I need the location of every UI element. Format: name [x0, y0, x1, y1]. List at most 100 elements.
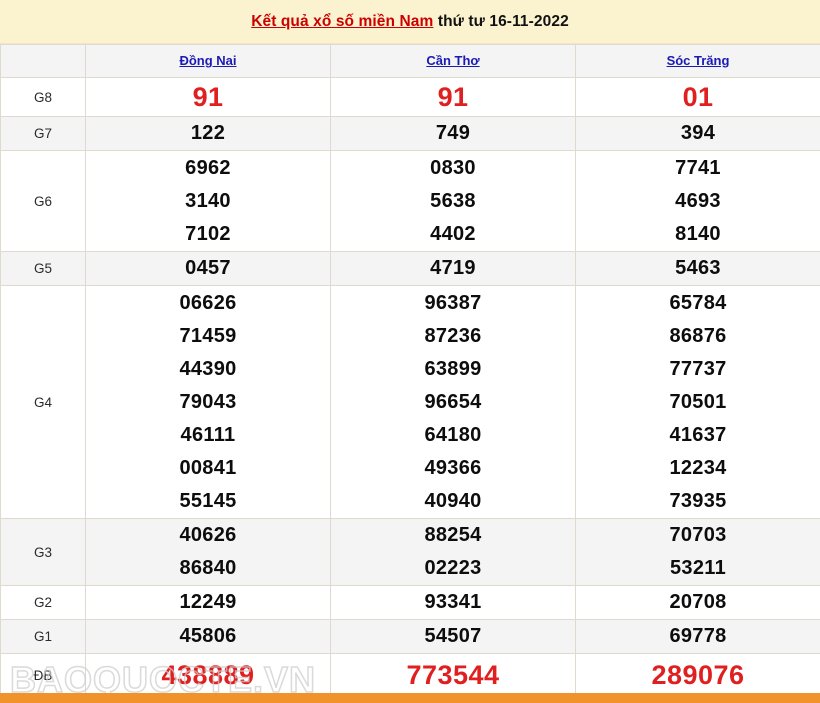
lottery-number: 0457 — [185, 257, 231, 279]
lottery-number: 44390 — [179, 357, 237, 380]
column-header-province-3: Sóc Trăng — [575, 44, 820, 78]
lottery-number: 4719 — [430, 257, 476, 279]
table-corner-cell — [0, 44, 86, 78]
province-link-dong-nai[interactable]: Đồng Nai — [179, 53, 236, 68]
page-title-date: thứ tư 16-11-2022 — [433, 12, 569, 30]
page-title: Kết quả xổ số miền Nam thứ tư 16-11-2022 — [251, 13, 569, 31]
lottery-number: 41637 — [669, 423, 727, 446]
prize-cell: 96387 87236 63899 96654 64180 49366 40940 — [330, 285, 576, 519]
table-row: G5 0457 4719 5463 — [0, 251, 820, 286]
lottery-number: 53211 — [669, 557, 726, 579]
prize-cell: 438889 — [85, 653, 331, 697]
prize-cell: 12249 — [85, 585, 331, 620]
table-row: G1 45806 54507 69778 — [0, 619, 820, 654]
prize-cell: 0457 — [85, 251, 331, 286]
number-group: 773544 — [331, 655, 575, 695]
prize-cell: 4719 — [330, 251, 576, 286]
prize-label-g8: G8 — [0, 77, 86, 117]
number-group: 70703 53211 — [576, 519, 820, 585]
lottery-results-table: Đồng Nai Cần Thơ Sóc Trăng G8 91 91 01 G7 122… — [0, 44, 820, 697]
number-group: 01 — [576, 78, 820, 116]
lottery-number: 4402 — [430, 222, 476, 245]
table-head: Đồng Nai Cần Thơ Sóc Trăng — [0, 44, 820, 78]
number-group: 7741 4693 8140 — [576, 152, 820, 251]
lottery-number: 88254 — [424, 524, 482, 546]
lottery-number: 3140 — [185, 189, 231, 212]
lottery-number: 7102 — [185, 222, 231, 245]
number-group: 394 — [576, 117, 820, 150]
number-group: 12249 — [86, 586, 330, 619]
lottery-number: 40626 — [179, 524, 237, 546]
table-header-row: Đồng Nai Cần Thơ Sóc Trăng — [0, 44, 820, 78]
number-group: 20708 — [576, 586, 820, 619]
prize-cell: 6962 3140 7102 — [85, 150, 331, 252]
lottery-number: 06626 — [179, 291, 237, 314]
lottery-number: 87236 — [424, 324, 482, 347]
lottery-number: 40940 — [424, 489, 482, 512]
number-group: 91 — [86, 78, 330, 116]
lottery-number: 91 — [437, 82, 469, 112]
page-title-highlight: Kết quả xổ số miền Nam — [251, 12, 434, 30]
province-link-can-tho[interactable]: Cần Thơ — [426, 53, 479, 68]
lottery-number: 4693 — [675, 189, 721, 212]
lottery-number: 20708 — [669, 591, 727, 613]
lottery-number: 12234 — [669, 456, 727, 479]
page-header-banner: Kết quả xổ số miền Nam thứ tư 16-11-2022 — [0, 0, 820, 44]
lottery-number: 394 — [680, 122, 716, 144]
lottery-number: 79043 — [179, 390, 237, 413]
lottery-number: 86840 — [179, 557, 237, 579]
number-group: 438889 — [86, 655, 330, 695]
prize-label-g1: G1 — [0, 619, 86, 654]
lottery-number: 91 — [192, 82, 224, 112]
lottery-number: 8140 — [675, 222, 721, 245]
prize-cell: 65784 86876 77737 70501 41637 12234 73935 — [575, 285, 820, 519]
prize-cell: 122 — [85, 116, 331, 151]
prize-cell: 20708 — [575, 585, 820, 620]
lottery-number: 70501 — [669, 390, 727, 413]
prize-cell: 88254 02223 — [330, 518, 576, 586]
number-group: 45806 — [86, 620, 330, 653]
lottery-number: 54507 — [424, 625, 482, 647]
bottom-accent-bar — [0, 693, 820, 703]
number-group: 65784 86876 77737 70501 41637 12234 73935 — [576, 287, 820, 518]
lottery-number: 00841 — [179, 456, 237, 479]
prize-cell: 06626 71459 44390 79043 46111 00841 55145 — [85, 285, 331, 519]
prize-cell: 5463 — [575, 251, 820, 286]
prize-label-g7: G7 — [0, 116, 86, 151]
prize-label-g6: G6 — [0, 150, 86, 252]
lottery-number: 71459 — [179, 324, 237, 347]
prize-label-g4: G4 — [0, 285, 86, 519]
table-row: G7 122 749 394 — [0, 116, 820, 151]
number-group: 0830 5638 4402 — [331, 152, 575, 251]
lottery-number: 0830 — [430, 156, 476, 179]
prize-cell: 7741 4693 8140 — [575, 150, 820, 252]
table-row: G3 40626 86840 88254 02223 70703 53211 — [0, 518, 820, 586]
prize-cell: 69778 — [575, 619, 820, 654]
lottery-number: 6962 — [185, 156, 231, 179]
prize-label-đb: ĐB — [0, 653, 86, 697]
number-group: 5463 — [576, 252, 820, 285]
province-link-soc-trang[interactable]: Sóc Trăng — [667, 53, 730, 68]
lottery-number: 46111 — [180, 423, 236, 446]
number-group: 749 — [331, 117, 575, 150]
lottery-number: 438889 — [161, 660, 255, 690]
prize-cell: 91 — [85, 77, 331, 117]
lottery-number: 63899 — [424, 357, 482, 380]
number-group: 289076 — [576, 655, 820, 695]
prize-cell: 45806 — [85, 619, 331, 654]
lottery-number: 7741 — [675, 156, 721, 179]
lottery-number: 65784 — [669, 291, 727, 314]
lottery-number: 289076 — [651, 660, 745, 690]
number-group: 96387 87236 63899 96654 64180 49366 40940 — [331, 287, 575, 518]
table-row: G6 6962 3140 7102 0830 5638 4402 7741 4693 8140 — [0, 150, 820, 252]
table-row: G4 06626 71459 44390 79043 46111 00841 55145 963… — [0, 285, 820, 519]
prize-cell: 0830 5638 4402 — [330, 150, 576, 252]
number-group: 122 — [86, 117, 330, 150]
prize-cell: 289076 — [575, 653, 820, 697]
number-group: 91 — [331, 78, 575, 116]
number-group: 93341 — [331, 586, 575, 619]
table-row: G8 91 91 01 — [0, 77, 820, 117]
lottery-number: 01 — [682, 82, 714, 112]
number-group: 69778 — [576, 620, 820, 653]
prize-cell: 93341 — [330, 585, 576, 620]
